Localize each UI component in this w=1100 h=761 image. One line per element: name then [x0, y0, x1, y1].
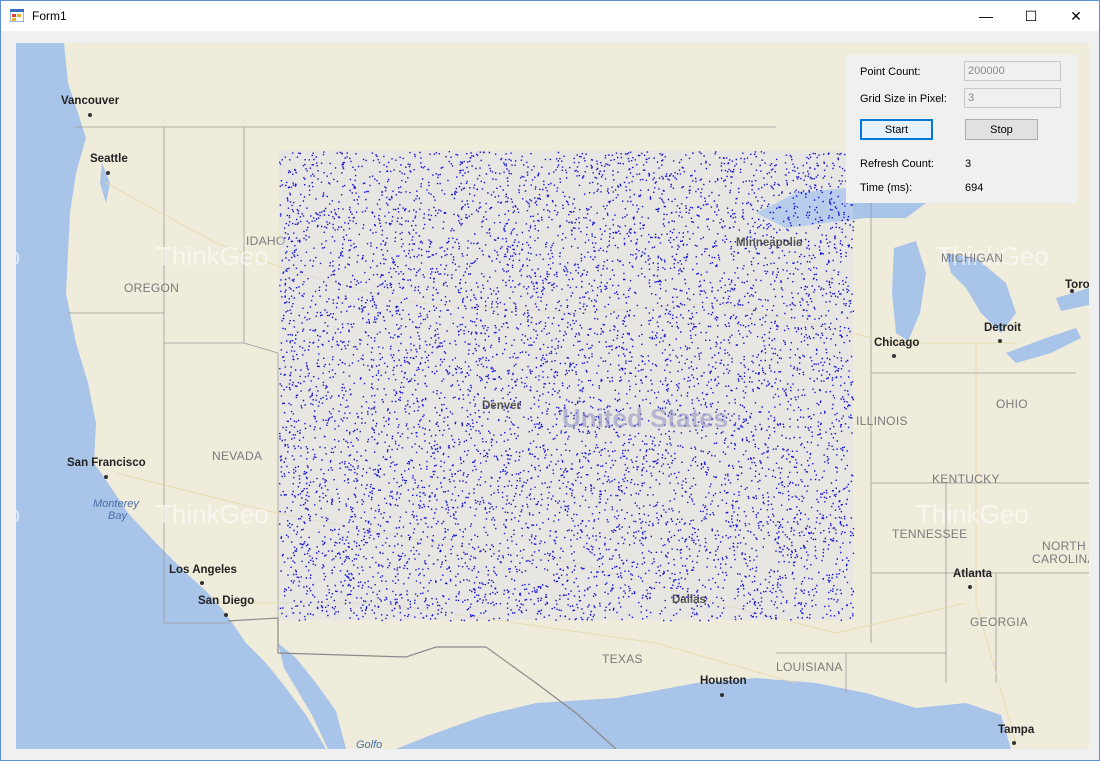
city-label: Atlanta: [953, 568, 993, 580]
maximize-icon: ☐: [1024, 7, 1038, 24]
water-label: Monterey: [93, 498, 140, 510]
city-label: San Francisco: [67, 457, 146, 469]
state-label: OREGON: [124, 281, 179, 295]
minimize-icon: —: [979, 8, 993, 24]
state-label: LOUISIANA: [776, 660, 843, 674]
city-label: Chicago: [874, 337, 919, 349]
thinkgeo-watermark: o: [16, 499, 20, 529]
city-label: Toro: [1065, 279, 1089, 291]
state-label: ILLINOIS: [856, 414, 908, 428]
city-label: Seattle: [90, 153, 128, 165]
grid-size-label: Grid Size in Pixel:: [860, 93, 947, 105]
state-label: TENNESSEE: [892, 527, 967, 541]
water-label: Golfo: [356, 739, 382, 749]
state-label: KENTUCKY: [932, 472, 1000, 486]
time-value: 694: [965, 182, 984, 194]
thinkgeo-watermark: o: [16, 241, 20, 271]
minimize-button[interactable]: —: [963, 1, 1009, 31]
stop-button[interactable]: Stop: [965, 119, 1038, 140]
city-label: Los Angeles: [169, 564, 237, 576]
point-count-label: Point Count:: [860, 66, 921, 78]
state-label: OHIO: [996, 397, 1028, 411]
city-label: Denver: [482, 400, 522, 412]
window-title: Form1: [32, 9, 67, 23]
grid-size-input[interactable]: [964, 88, 1061, 108]
state-label: NORTH: [1042, 539, 1086, 553]
thinkgeo-watermark: ThinkGeo: [916, 499, 1029, 529]
city-label: San Diego: [198, 595, 254, 607]
city-label: Vancouver: [61, 95, 120, 107]
state-label: MICHIGAN: [941, 251, 1003, 265]
city-label: Minneapolis: [736, 237, 802, 249]
close-icon: ✕: [1070, 7, 1082, 24]
state-label: TEXAS: [602, 652, 643, 666]
water-label: Bay: [108, 510, 128, 522]
time-label: Time (ms):: [860, 182, 913, 194]
refresh-count-value: 3: [965, 158, 972, 170]
city-label: Detroit: [984, 322, 1021, 334]
control-panel: Point Count: Grid Size in Pixel: Start S…: [846, 55, 1077, 203]
city-label: Houston: [700, 675, 747, 687]
app-window: Form1 — ☐ ✕ ThinkGeo ThinkGeo ThinkGeo T…: [0, 0, 1100, 761]
lake-michigan: [892, 241, 926, 341]
close-button[interactable]: ✕: [1053, 1, 1099, 31]
start-button[interactable]: Start: [860, 119, 933, 140]
city-label: Dallas: [672, 594, 706, 606]
map-view[interactable]: ThinkGeo ThinkGeo ThinkGeo ThinkGeo o o …: [16, 43, 1089, 749]
country-label: United States: [562, 403, 728, 433]
state-label: NEVADA: [212, 449, 262, 463]
maximize-button[interactable]: ☐: [1008, 1, 1054, 31]
gulf-of-mexico: [396, 678, 1011, 749]
city-label: Tampa: [998, 724, 1035, 736]
thinkgeo-watermark: ThinkGeo: [156, 499, 269, 529]
app-icon: [9, 8, 25, 23]
state-label: CAROLINA: [1032, 552, 1089, 566]
point-count-input[interactable]: [964, 61, 1061, 81]
state-label: GEORGIA: [970, 615, 1028, 629]
refresh-count-label: Refresh Count:: [860, 158, 934, 170]
title-bar[interactable]: Form1 — ☐ ✕: [1, 1, 1099, 31]
